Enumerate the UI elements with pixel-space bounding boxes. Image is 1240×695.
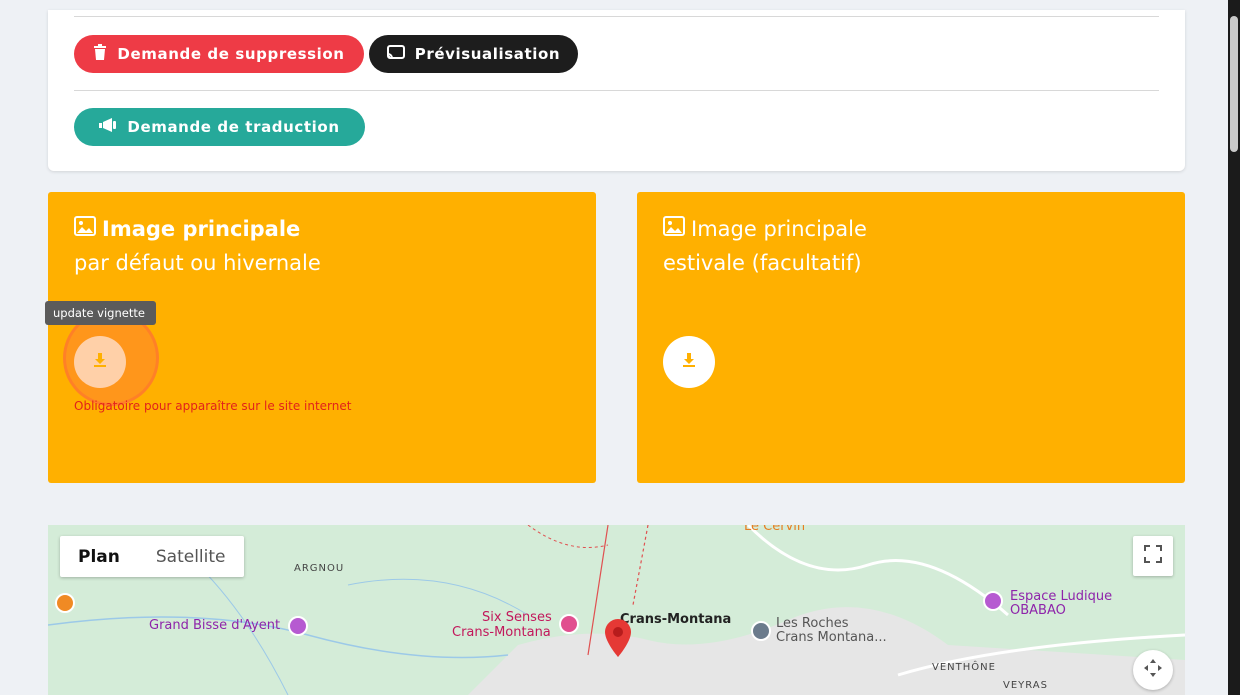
pan-control[interactable]: [1133, 650, 1173, 690]
map-label: Six Senses: [482, 610, 552, 625]
restaurant-icon: [55, 593, 75, 613]
main-image-title: Image principale par défaut ou hivernale: [74, 212, 321, 280]
actions-card: Demande de suppression Prévisualisation …: [48, 10, 1185, 171]
fullscreen-icon: [1144, 545, 1162, 567]
main-image-card: Image principale par défaut ou hivernale…: [48, 192, 596, 483]
scrollbar-thumb[interactable]: [1230, 16, 1238, 152]
summer-image-upload-button[interactable]: [663, 336, 715, 388]
map-label: ARGNOU: [294, 563, 345, 574]
delete-request-label: Demande de suppression: [117, 45, 345, 63]
map[interactable]: Plan Satellite ARGNOU Grand Bisse d'Ayen…: [48, 525, 1185, 695]
pan-arrows-icon: [1143, 658, 1163, 682]
map-label: Crans-Montana: [620, 612, 732, 627]
translation-request-button[interactable]: Demande de traduction: [74, 108, 365, 146]
image-icon: [663, 212, 685, 246]
map-label: VEYRAS: [1003, 680, 1048, 691]
map-plan-tab[interactable]: Plan: [60, 536, 138, 577]
attraction-icon: [983, 591, 1003, 611]
download-icon: [681, 352, 697, 372]
fullscreen-button[interactable]: [1133, 536, 1173, 576]
map-label: Crans-Montana: [452, 625, 551, 640]
divider: [74, 16, 1159, 17]
map-label: OBABAO: [1010, 603, 1066, 618]
cast-icon: [386, 45, 405, 63]
map-satellite-tab[interactable]: Satellite: [138, 536, 244, 577]
hotel-icon: [559, 614, 579, 634]
map-label: Crans Montana...: [776, 630, 887, 645]
map-label: Grand Bisse d'Ayent: [149, 618, 281, 633]
image-icon: [74, 212, 96, 246]
summer-image-subtitle: estivale (facultatif): [663, 251, 862, 275]
photo-spot-icon: [288, 616, 308, 636]
summer-image-title: Image principale estivale (facultatif): [663, 212, 867, 280]
map-label: Espace Ludique: [1010, 589, 1113, 604]
map-type-toggle: Plan Satellite: [60, 536, 244, 577]
translation-request-label: Demande de traduction: [127, 118, 340, 136]
map-label: Le Cervin: [744, 525, 806, 534]
location-pin-icon: [605, 619, 631, 661]
summer-image-card: Image principale estivale (facultatif): [637, 192, 1185, 483]
download-icon: [92, 352, 108, 372]
map-label: VENTHÔNE: [932, 662, 996, 673]
school-icon: [751, 621, 771, 641]
required-note: Obligatoire pour apparaître sur le site …: [74, 399, 352, 413]
scrollbar[interactable]: [1228, 0, 1240, 695]
preview-button[interactable]: Prévisualisation: [369, 35, 578, 73]
trash-icon: [93, 44, 107, 64]
megaphone-icon: [99, 118, 117, 136]
divider: [74, 90, 1159, 91]
main-image-subtitle: par défaut ou hivernale: [74, 251, 321, 275]
map-label: Les Roches: [776, 616, 849, 631]
delete-request-button[interactable]: Demande de suppression: [74, 35, 364, 73]
page: Demande de suppression Prévisualisation …: [0, 0, 1228, 695]
preview-label: Prévisualisation: [414, 45, 561, 63]
main-image-upload-button[interactable]: [74, 336, 126, 388]
upload-tooltip: update vignette: [45, 301, 156, 325]
